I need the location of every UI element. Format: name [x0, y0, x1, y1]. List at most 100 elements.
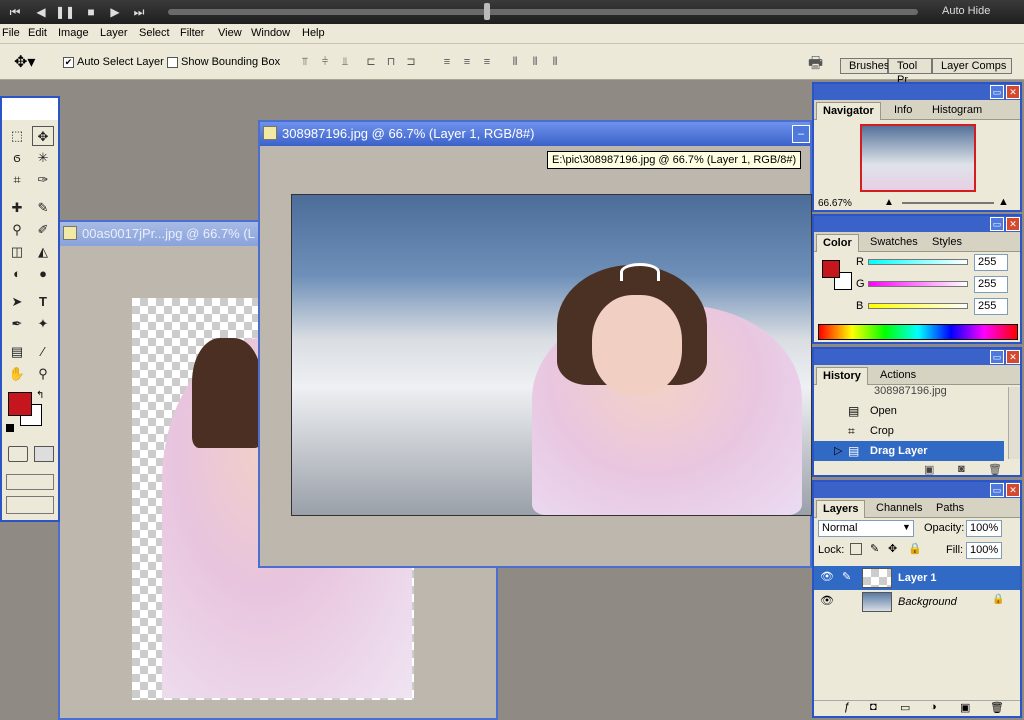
distribute-right-icon[interactable]: ⫴: [546, 54, 564, 70]
brush-tool-icon[interactable]: ✎: [32, 198, 54, 218]
history-item-open[interactable]: Open: [814, 401, 1020, 421]
paint-bucket-icon[interactable]: ◭: [32, 242, 54, 262]
r-slider[interactable]: [868, 259, 968, 265]
align-right-icon[interactable]: ⊐: [402, 54, 420, 70]
crop-tool-icon[interactable]: ⌗: [6, 170, 28, 190]
align-top-icon[interactable]: ⫪: [296, 54, 314, 70]
shape-tool-icon[interactable]: ✦: [32, 314, 54, 334]
tab-layers[interactable]: Layers: [816, 500, 866, 518]
new-set-icon[interactable]: ▭: [900, 701, 910, 714]
menu-view[interactable]: View: [218, 27, 242, 39]
lasso-tool-icon[interactable]: ϭ: [6, 148, 28, 168]
blend-mode-select[interactable]: Normal: [818, 520, 914, 537]
seek-thumb[interactable]: [484, 3, 490, 20]
stop-icon[interactable]: ■: [80, 3, 102, 21]
align-vcenter-icon[interactable]: ⫩: [316, 54, 334, 70]
front-document-title[interactable]: 308987196.jpg @ 66.7% (Layer 1, RGB/8#): [260, 122, 810, 146]
adjustment-layer-icon[interactable]: ◑: [930, 701, 937, 713]
forward-icon[interactable]: ▶: [104, 3, 126, 21]
palette-minimize-icon[interactable]: ▭: [990, 217, 1004, 231]
lock-all-icon[interactable]: 🔒: [908, 542, 922, 555]
palette-minimize-icon[interactable]: ▭: [990, 85, 1004, 99]
new-layer-icon[interactable]: ▣: [960, 701, 970, 714]
align-hcenter-icon[interactable]: ⊓: [382, 54, 400, 70]
menu-image[interactable]: Image: [58, 27, 89, 39]
move-tool-icon[interactable]: ✥▾: [14, 52, 35, 72]
skip-back-icon[interactable]: ⏮: [4, 3, 26, 21]
jump-to-imageready-icon[interactable]: [6, 496, 54, 514]
b-slider[interactable]: [868, 303, 968, 309]
layer-row-background[interactable]: Background: [814, 590, 1020, 614]
blur-tool-icon[interactable]: ◐: [6, 264, 28, 284]
history-brush-source-icon[interactable]: ▷: [834, 444, 842, 457]
default-colors-icon[interactable]: [6, 424, 14, 432]
lock-move-icon[interactable]: ✥: [888, 542, 897, 555]
standard-mode-icon[interactable]: [8, 446, 28, 462]
front-document-window[interactable]: 308987196.jpg @ 66.7% (Layer 1, RGB/8#) …: [258, 120, 812, 568]
marquee-tool-icon[interactable]: ⬚: [6, 126, 28, 146]
tab-swatches[interactable]: Swatches: [864, 234, 924, 252]
tab-channels[interactable]: Channels: [870, 500, 928, 518]
notes-tool-icon[interactable]: ▤: [6, 342, 28, 362]
palette-close-icon[interactable]: ✕: [1006, 350, 1020, 364]
menu-select[interactable]: Select: [139, 27, 170, 39]
history-snapshot[interactable]: 308987196.jpg: [814, 385, 1020, 397]
front-canvas[interactable]: [291, 194, 812, 516]
delete-layer-icon[interactable]: 🗑: [990, 701, 1004, 714]
g-value[interactable]: 255: [974, 276, 1008, 293]
distribute-bottom-icon[interactable]: ≡: [478, 54, 496, 70]
menu-layer[interactable]: Layer: [100, 27, 128, 39]
palette-close-icon[interactable]: ✕: [1006, 217, 1020, 231]
color-fg-swatch[interactable]: [822, 260, 840, 278]
foreground-color-swatch[interactable]: [8, 392, 32, 416]
distribute-hcenter-icon[interactable]: ⫴: [526, 54, 544, 70]
history-brush-icon[interactable]: ✐: [32, 220, 54, 240]
tab-color[interactable]: Color: [816, 234, 859, 252]
lock-transparency-icon[interactable]: [850, 543, 862, 555]
minimize-icon[interactable]: –: [792, 125, 810, 143]
trash-icon[interactable]: 🗑: [988, 463, 1002, 476]
tab-actions[interactable]: Actions: [874, 367, 922, 385]
distribute-left-icon[interactable]: ⫴: [506, 54, 524, 70]
layer-thumbnail[interactable]: [862, 568, 892, 588]
slice-tool-icon[interactable]: ✑: [32, 170, 54, 190]
distribute-top-icon[interactable]: ≡: [438, 54, 456, 70]
visibility-eye-icon[interactable]: 👁: [820, 570, 834, 583]
zoom-slider[interactable]: [902, 202, 994, 204]
visibility-eye-icon[interactable]: 👁: [820, 594, 834, 607]
menu-filter[interactable]: Filter: [180, 27, 204, 39]
type-tool-icon[interactable]: T: [32, 292, 54, 312]
magic-wand-icon[interactable]: ✳: [32, 148, 54, 168]
tab-styles[interactable]: Styles: [926, 234, 968, 252]
pause-icon[interactable]: ❚❚: [54, 3, 76, 21]
align-left-icon[interactable]: ⊏: [362, 54, 380, 70]
chevron-down-icon[interactable]: ▼: [902, 522, 911, 532]
tab-paths[interactable]: Paths: [930, 500, 970, 518]
tab-info[interactable]: Info: [888, 102, 918, 120]
tool-presets-well[interactable]: Tool Pr: [888, 58, 932, 86]
zoom-in-icon[interactable]: ▲: [998, 196, 1009, 208]
history-scrollbar[interactable]: [1008, 387, 1020, 459]
new-document-from-state-icon[interactable]: ▣: [924, 463, 934, 476]
palette-close-icon[interactable]: ✕: [1006, 85, 1020, 99]
palette-minimize-icon[interactable]: ▭: [990, 350, 1004, 364]
history-item-drag-layer[interactable]: Drag Layer: [814, 441, 1004, 461]
background-thumbnail[interactable]: [862, 592, 892, 612]
eyedropper-icon[interactable]: ⁄: [32, 342, 54, 362]
menu-window[interactable]: Window: [251, 27, 290, 39]
r-value[interactable]: 255: [974, 254, 1008, 271]
file-browser-icon[interactable]: 🖶: [808, 52, 823, 79]
tab-histogram[interactable]: Histogram: [926, 102, 988, 120]
navigator-thumbnail[interactable]: [860, 124, 976, 192]
layer-style-icon[interactable]: ƒ: [844, 701, 850, 713]
lock-paint-icon[interactable]: ✎: [870, 542, 879, 555]
zoom-tool-icon[interactable]: ⚲: [32, 364, 54, 384]
g-slider[interactable]: [868, 281, 968, 287]
show-bounding-checkbox[interactable]: [167, 57, 178, 68]
opacity-value[interactable]: 100%: [966, 520, 1002, 537]
tab-history[interactable]: History: [816, 367, 868, 385]
pen-tool-icon[interactable]: ✒: [6, 314, 28, 334]
dodge-tool-icon[interactable]: ●: [32, 264, 54, 284]
move-tool-icon[interactable]: ✥: [32, 126, 54, 146]
fill-value[interactable]: 100%: [966, 542, 1002, 559]
